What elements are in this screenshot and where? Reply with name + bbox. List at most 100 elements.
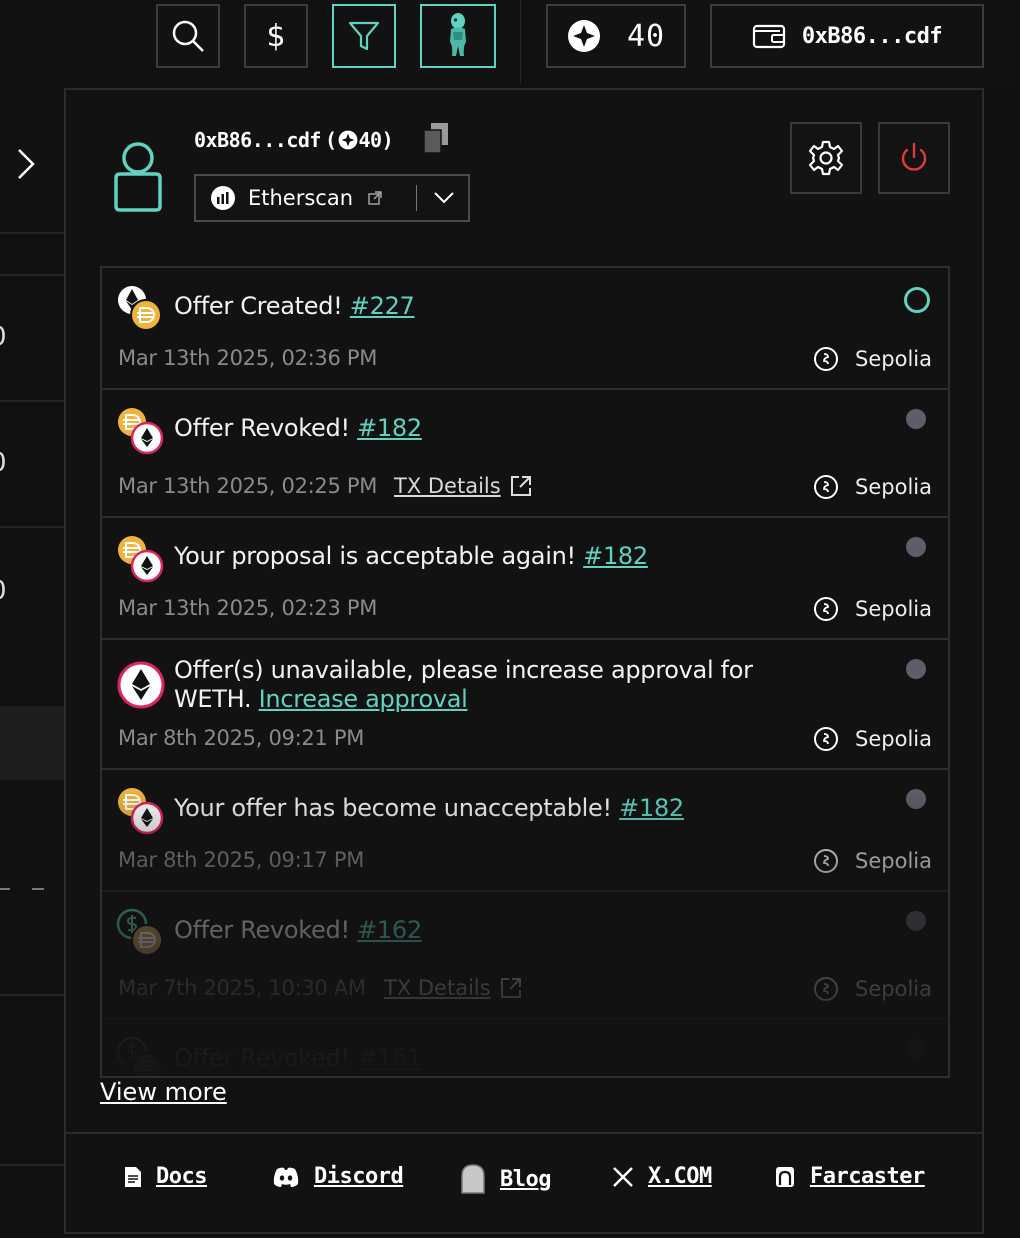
network-badge: Sepolia xyxy=(813,346,932,372)
offer-link[interactable]: #182 xyxy=(583,542,648,570)
profile-address: 0xB86...cdf ( 40 ) xyxy=(194,128,394,152)
strip-highlight-row xyxy=(0,706,64,780)
network-name: Sepolia xyxy=(855,597,932,621)
notification-time: Mar 13th 2025, 02:23 PM xyxy=(118,596,378,620)
points-star-icon xyxy=(567,20,600,52)
network-name: Sepolia xyxy=(855,849,932,873)
dai-eth-pair-icon xyxy=(118,408,164,455)
points-button[interactable]: 40 xyxy=(546,4,686,68)
notification-item[interactable]: Offer Revoked! #182 Mar 13th 2025, 02:25… xyxy=(102,390,948,518)
network-icon xyxy=(814,347,839,371)
notification-title-text: Offer Created! xyxy=(174,292,350,320)
search-icon xyxy=(172,20,204,52)
notification-title-text: Offer Revoked! xyxy=(174,916,358,944)
footer-divider xyxy=(66,1132,982,1134)
unread-indicator[interactable] xyxy=(904,287,930,313)
network-badge: Sepolia xyxy=(813,474,932,500)
notification-title: Offer(s) unavailable, please increase ap… xyxy=(174,656,753,714)
read-indicator[interactable] xyxy=(906,1039,926,1059)
read-indicator[interactable] xyxy=(906,659,926,679)
etherscan-icon xyxy=(211,186,235,210)
tx-details-link[interactable]: TX Details xyxy=(384,976,523,1000)
farcaster-label: Farcaster xyxy=(810,1164,925,1189)
settings-button[interactable] xyxy=(790,122,862,194)
x-logo-icon xyxy=(613,1166,633,1187)
notification-time: Mar 13th 2025, 02:36 PM xyxy=(118,346,378,370)
notification-item[interactable]: Your offer has become unacceptable! #182… xyxy=(102,770,948,892)
notification-item[interactable]: Your proposal is acceptable again! #182 … xyxy=(102,518,948,640)
usdc-dai-pair-icon xyxy=(116,908,163,956)
view-more-link[interactable]: View more xyxy=(100,1078,227,1106)
wallet-address: 0xB86...cdf xyxy=(801,23,943,49)
offer-link[interactable]: #227 xyxy=(350,292,415,320)
xcom-link[interactable]: X.COM xyxy=(612,1164,712,1189)
footer-links: Docs Discord Blog X.COM Farcaster xyxy=(66,1164,982,1204)
chevron-right-icon[interactable] xyxy=(14,146,38,182)
farcaster-icon xyxy=(776,1166,794,1187)
network-badge: Sepolia xyxy=(813,848,932,874)
copy-icon[interactable] xyxy=(422,122,450,156)
read-indicator[interactable] xyxy=(906,409,926,429)
tx-details-link[interactable]: TX Details xyxy=(394,474,533,498)
notification-item[interactable]: Offer(s) unavailable, please increase ap… xyxy=(102,640,948,770)
gear-icon xyxy=(808,140,844,176)
external-link-icon xyxy=(510,476,531,496)
notification-item[interactable]: Offer Revoked! #161 xyxy=(102,1020,948,1076)
read-indicator[interactable] xyxy=(906,789,926,809)
offer-link[interactable]: #182 xyxy=(357,414,422,442)
offer-link[interactable]: #182 xyxy=(619,794,684,822)
points-star-icon xyxy=(338,130,357,150)
explorer-select[interactable]: Etherscan xyxy=(194,174,470,222)
notification-time: Mar 7th 2025, 10:30 AM xyxy=(118,976,366,1000)
network-badge: Sepolia xyxy=(813,976,932,1002)
search-button[interactable] xyxy=(156,4,220,68)
network-name: Sepolia xyxy=(855,977,932,1001)
network-icon xyxy=(814,597,839,621)
notification-title-text: Your proposal is acceptable again! xyxy=(174,542,584,570)
tx-details-label: TX Details xyxy=(394,474,501,498)
eth-dai-pair-icon xyxy=(118,286,162,331)
discord-icon xyxy=(273,1167,299,1187)
dai-eth-pair-icon xyxy=(118,536,164,583)
discord-link[interactable]: Discord xyxy=(272,1164,404,1189)
filter-icon xyxy=(348,21,380,51)
network-name: Sepolia xyxy=(855,727,932,751)
strip-dash xyxy=(0,888,10,890)
read-indicator[interactable] xyxy=(906,537,926,557)
notification-title-text: Your offer has become unacceptable! xyxy=(174,794,620,822)
wallet-button[interactable]: 0xB86...cdf xyxy=(710,4,984,68)
explorer-label: Etherscan xyxy=(248,186,354,210)
strip-divider xyxy=(0,274,64,276)
blog-icon xyxy=(461,1164,485,1194)
strip-value: 0 xyxy=(0,322,7,352)
farcaster-link[interactable]: Farcaster xyxy=(774,1164,925,1189)
strip-divider xyxy=(0,232,64,234)
filter-button[interactable] xyxy=(332,4,396,68)
disconnect-button[interactable] xyxy=(878,122,950,194)
notification-list[interactable]: Offer Created! #227 Mar 13th 2025, 02:36… xyxy=(100,266,950,1078)
read-indicator[interactable] xyxy=(906,911,926,931)
notification-item[interactable]: Offer Revoked! #162 Mar 7th 2025, 10:30 … xyxy=(102,892,948,1020)
discord-label: Discord xyxy=(314,1164,404,1189)
notification-title-text: Offer(s) unavailable, please increase ap… xyxy=(174,656,753,684)
explorer-divider xyxy=(416,185,417,211)
increase-approval-link[interactable]: Increase approval xyxy=(259,685,468,713)
network-badge: Sepolia xyxy=(813,596,932,622)
notification-title: Offer Revoked! #182 xyxy=(174,414,422,443)
strip-divider xyxy=(0,526,64,528)
offer-link[interactable]: #161 xyxy=(357,1044,422,1072)
strip-divider xyxy=(0,400,64,402)
offer-link[interactable]: #162 xyxy=(357,916,422,944)
network-badge: Sepolia xyxy=(813,726,932,752)
background-page-strip: 0 0 0 xyxy=(0,88,64,1238)
blog-label: Blog xyxy=(500,1166,551,1192)
network-name: Sepolia xyxy=(855,475,932,499)
currency-button[interactable]: $ xyxy=(244,4,308,68)
avatar-button[interactable] xyxy=(420,4,496,68)
chevron-down-icon[interactable] xyxy=(432,188,456,208)
docs-link[interactable]: Docs xyxy=(124,1164,207,1189)
wallet-icon xyxy=(752,24,785,49)
notification-item[interactable]: Offer Created! #227 Mar 13th 2025, 02:36… xyxy=(102,268,948,390)
strip-dash xyxy=(32,888,44,890)
blog-link[interactable]: Blog xyxy=(460,1164,551,1194)
